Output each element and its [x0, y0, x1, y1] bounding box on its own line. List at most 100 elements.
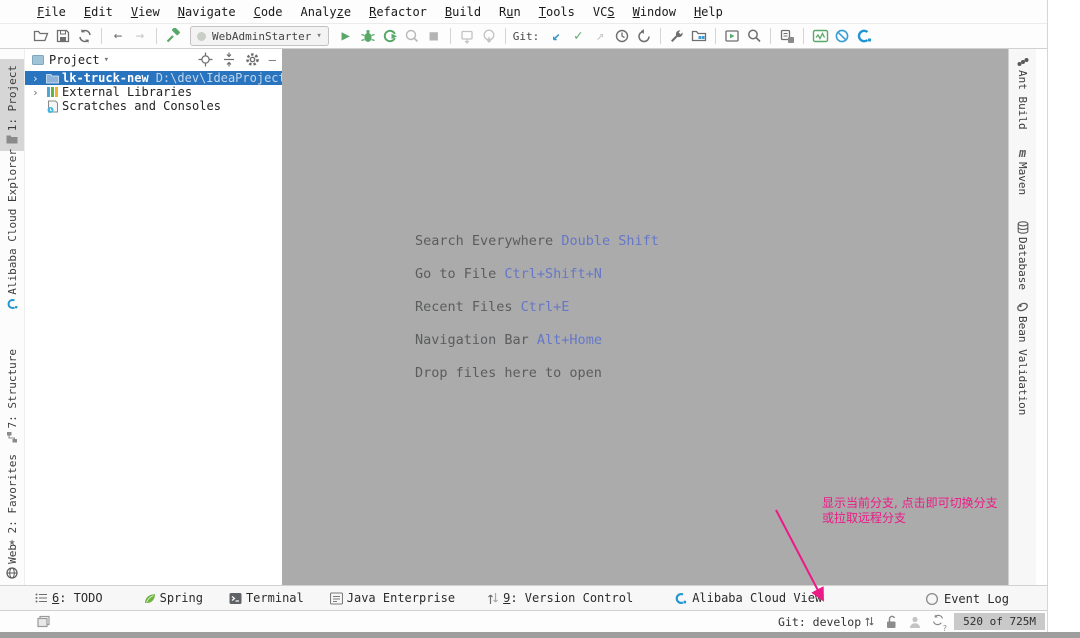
- tree-row-scratches[interactable]: Scratches and Consoles: [25, 99, 282, 113]
- menu-refactor[interactable]: Refactor: [360, 2, 436, 22]
- toolbar-separator: [803, 28, 805, 44]
- project-tree: › lk-truck-new D:\dev\IdeaProjects\l › E…: [25, 71, 282, 113]
- tool-button-java-enterprise[interactable]: Java Enterprise: [329, 591, 455, 605]
- memory-indicator[interactable]: 520 of 725M: [954, 613, 1045, 630]
- hint-navigation-bar: Navigation Bar Alt+Home: [415, 332, 602, 348]
- tree-row-external-libraries[interactable]: › External Libraries: [25, 85, 282, 99]
- alibaba-cloud-icon[interactable]: [853, 26, 875, 47]
- event-log-button[interactable]: Event Log: [925, 586, 1009, 611]
- menu-edit[interactable]: Edit: [75, 2, 122, 22]
- menu-bar: File Edit View Navigate Code Analyze Ref…: [0, 0, 1047, 24]
- hint-recent-files: Recent Files Ctrl+E: [415, 299, 570, 315]
- toggle-tool-windows-icon[interactable]: [36, 614, 51, 629]
- menu-file[interactable]: File: [28, 2, 75, 22]
- rollback-icon[interactable]: [633, 26, 655, 47]
- modules-icon[interactable]: [688, 26, 710, 47]
- menu-tools[interactable]: Tools: [530, 2, 584, 22]
- tool-button-terminal[interactable]: Terminal: [229, 591, 304, 605]
- intellij-window: File Edit View Navigate Code Analyze Ref…: [0, 0, 1048, 633]
- toolbar-separator: [449, 28, 451, 44]
- project-panel-title[interactable]: Project: [49, 53, 100, 67]
- project-root-path: D:\dev\IdeaProjects\l: [155, 71, 282, 85]
- tool-button-spring[interactable]: Spring: [143, 591, 203, 605]
- hint-go-to-file: Go to File Ctrl+Shift+N: [415, 266, 602, 282]
- chevron-right-icon[interactable]: ›: [32, 72, 44, 85]
- save-icon[interactable]: [52, 26, 74, 47]
- project-view-icon: [32, 54, 44, 65]
- tool-button-structure[interactable]: 7: Structure: [0, 349, 24, 443]
- locate-icon[interactable]: [198, 52, 213, 67]
- menu-run[interactable]: Run: [490, 2, 530, 22]
- back-icon[interactable]: ←: [107, 26, 129, 47]
- left-tool-stripe: 1: Project Alibaba Cloud Explorer 7: Str…: [0, 49, 25, 585]
- run-anything-icon[interactable]: [721, 26, 743, 47]
- push-icon[interactable]: ↗: [589, 26, 611, 47]
- sync-status-icon[interactable]: ?: [931, 613, 947, 633]
- menu-analyze[interactable]: Analyze: [292, 2, 361, 22]
- chevron-down-icon[interactable]: ▾: [104, 55, 109, 65]
- tool-button-alibaba-cloud-view[interactable]: Alibaba Cloud View: [673, 591, 822, 605]
- menu-window[interactable]: Window: [624, 2, 685, 22]
- menu-build[interactable]: Build: [436, 2, 490, 22]
- commit-icon[interactable]: ✓: [567, 26, 589, 47]
- update-running-icon[interactable]: [478, 26, 500, 47]
- run-config-selector[interactable]: WebAdminStarter ▾: [190, 26, 329, 46]
- right-tool-stripe: Ant Build m Maven Database Bean Validati…: [1008, 49, 1036, 585]
- tool-button-project[interactable]: 1: Project: [0, 59, 24, 152]
- services-save-icon[interactable]: [776, 26, 798, 47]
- forward-icon[interactable]: →: [129, 26, 151, 47]
- search-icon[interactable]: [743, 26, 765, 47]
- project-folder-icon: [6, 135, 18, 144]
- project-root-name: lk-truck-new: [62, 71, 149, 85]
- tool-button-todo[interactable]: 6: TODO: [35, 591, 103, 605]
- tool-button-alibaba-cloud-explorer[interactable]: Alibaba Cloud Explorer: [0, 149, 24, 310]
- wrench-icon[interactable]: [666, 26, 688, 47]
- sync-icon[interactable]: [74, 26, 96, 47]
- chevron-right-icon[interactable]: ›: [32, 86, 44, 99]
- debug-icon[interactable]: [357, 26, 379, 47]
- tool-button-web[interactable]: Web: [0, 544, 24, 579]
- history-icon[interactable]: [611, 26, 633, 47]
- tool-button-bean-validation[interactable]: Bean Validation: [1009, 301, 1036, 415]
- bean-icon: [1017, 302, 1028, 312]
- git-branch-widget[interactable]: Git: develop: [778, 615, 875, 629]
- tool-button-maven[interactable]: m Maven: [1009, 147, 1036, 195]
- project-tool-window: Project ▾ — › lk-truck-new D:\dev\IdeaPr…: [25, 49, 283, 585]
- tool-button-ant-build[interactable]: Ant Build: [1009, 57, 1036, 130]
- tool-button-favorites[interactable]: 2: Favorites ★: [0, 454, 24, 547]
- profiler-icon[interactable]: [401, 26, 423, 47]
- collapse-all-icon[interactable]: [222, 52, 236, 67]
- block-icon[interactable]: [831, 26, 853, 47]
- bottom-tool-stripe: 6: TODO Spring Terminal Java Enterprise …: [0, 585, 1047, 610]
- menu-navigate[interactable]: Navigate: [169, 2, 245, 22]
- tree-row-project-root[interactable]: › lk-truck-new D:\dev\IdeaProjects\l: [25, 71, 282, 85]
- ant-icon: [1017, 58, 1028, 66]
- coverage-icon[interactable]: [379, 26, 401, 47]
- stop-icon[interactable]: ■: [423, 26, 445, 47]
- web-globe-icon: [6, 567, 18, 579]
- attach-icon[interactable]: [456, 26, 478, 47]
- gear-icon[interactable]: [245, 52, 260, 67]
- toolbar-separator: [504, 28, 506, 44]
- vcs-update-icon[interactable]: ↙: [545, 26, 567, 47]
- run-icon[interactable]: ▶: [335, 26, 357, 47]
- hide-icon[interactable]: —: [269, 54, 276, 66]
- toolbar-separator: [770, 28, 772, 44]
- unlock-icon[interactable]: [884, 615, 899, 629]
- menu-code[interactable]: Code: [245, 2, 292, 22]
- external-libraries-label: External Libraries: [62, 85, 193, 99]
- menu-vcs[interactable]: VCS: [584, 2, 624, 22]
- open-icon[interactable]: [30, 26, 52, 47]
- toolbar-separator: [101, 28, 102, 44]
- toolbar-separator: [660, 28, 662, 44]
- build-hammer-icon[interactable]: [162, 26, 184, 47]
- tool-button-database[interactable]: Database: [1009, 221, 1036, 290]
- terminal-icon: [229, 592, 242, 604]
- workspace: 1: Project Alibaba Cloud Explorer 7: Str…: [0, 49, 1047, 585]
- activity-monitor-icon[interactable]: [809, 26, 831, 47]
- menu-view[interactable]: View: [122, 2, 169, 22]
- tool-button-version-control[interactable]: 9: Version Control: [487, 591, 633, 605]
- event-log-icon: [925, 592, 939, 605]
- user-icon[interactable]: [908, 615, 922, 629]
- menu-help[interactable]: Help: [685, 2, 732, 22]
